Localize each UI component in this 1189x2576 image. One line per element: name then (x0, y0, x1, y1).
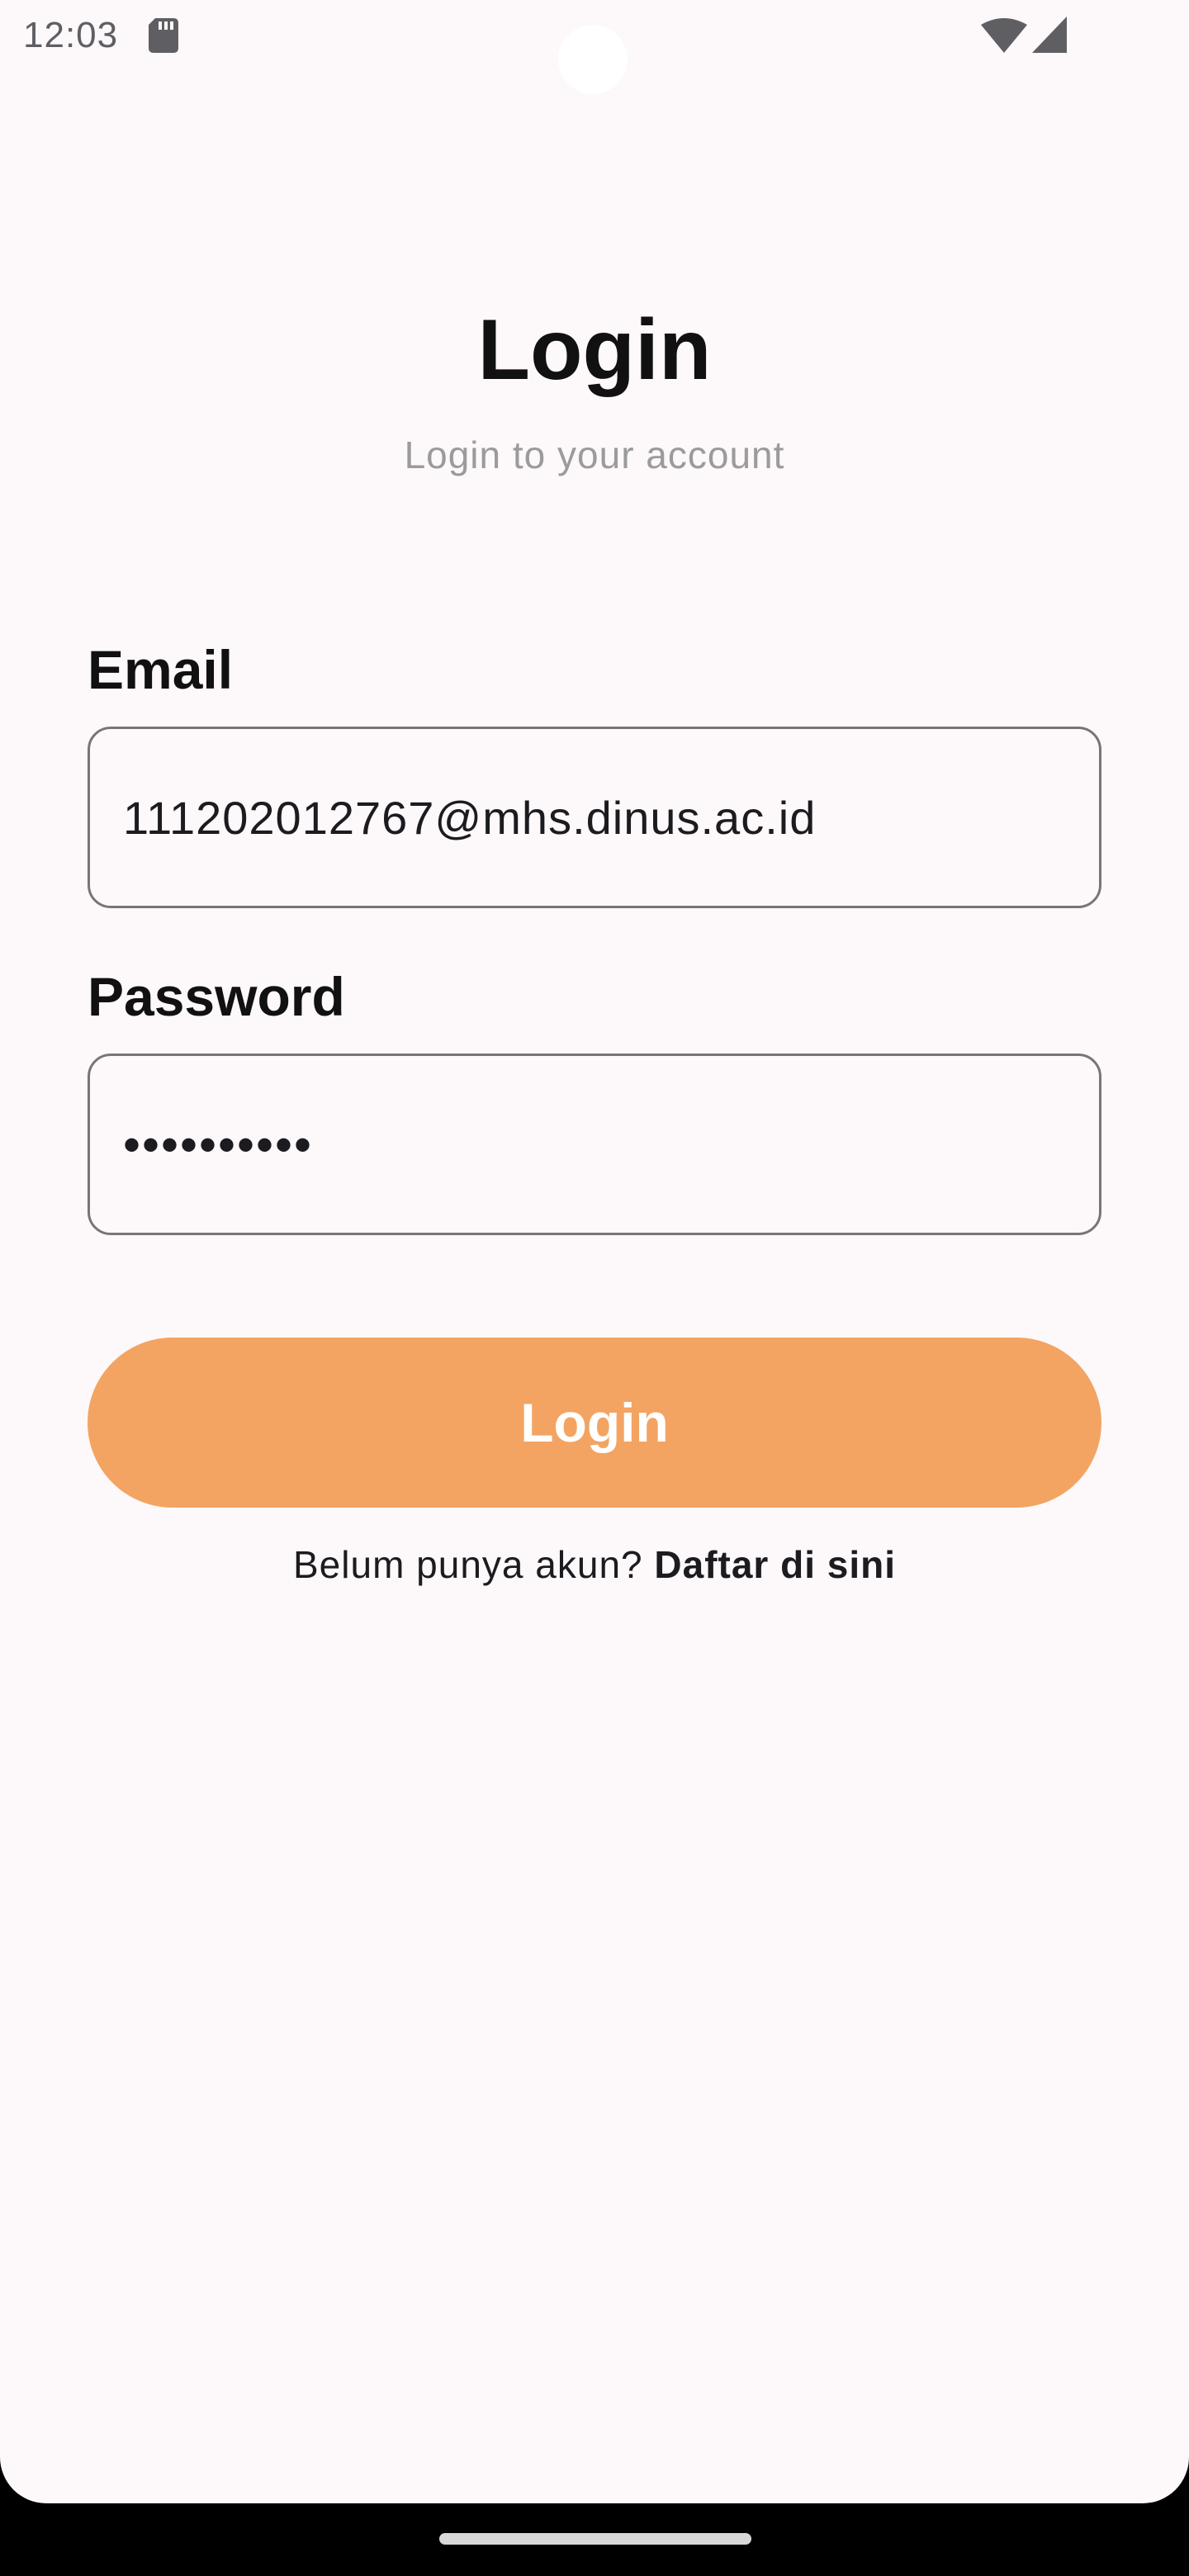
status-bar: 12:03 (0, 0, 1189, 94)
status-time: 12:03 (23, 15, 119, 55)
app-screen: 12:03 Login Login to your account Email … (0, 0, 1189, 2503)
password-field[interactable] (88, 1054, 1101, 1235)
register-link[interactable]: Daftar di sini (654, 1543, 896, 1586)
page-subtitle: Login to your account (404, 433, 785, 476)
register-prompt-text: Belum punya akun? (293, 1543, 655, 1586)
home-indicator[interactable] (439, 2533, 751, 2545)
camera-cutout (558, 25, 628, 94)
register-prompt-row: Belum punya akun? Daftar di sini (0, 1542, 1189, 1587)
email-label: Email (88, 639, 234, 700)
email-field[interactable] (88, 727, 1101, 908)
login-button[interactable]: Login (88, 1338, 1101, 1508)
system-navigation-bar (0, 2503, 1189, 2576)
sd-card-icon (149, 18, 178, 53)
signal-icon (1032, 17, 1067, 53)
wifi-icon (981, 18, 1027, 53)
password-label: Password (88, 966, 345, 1027)
page-title: Login (477, 302, 712, 398)
